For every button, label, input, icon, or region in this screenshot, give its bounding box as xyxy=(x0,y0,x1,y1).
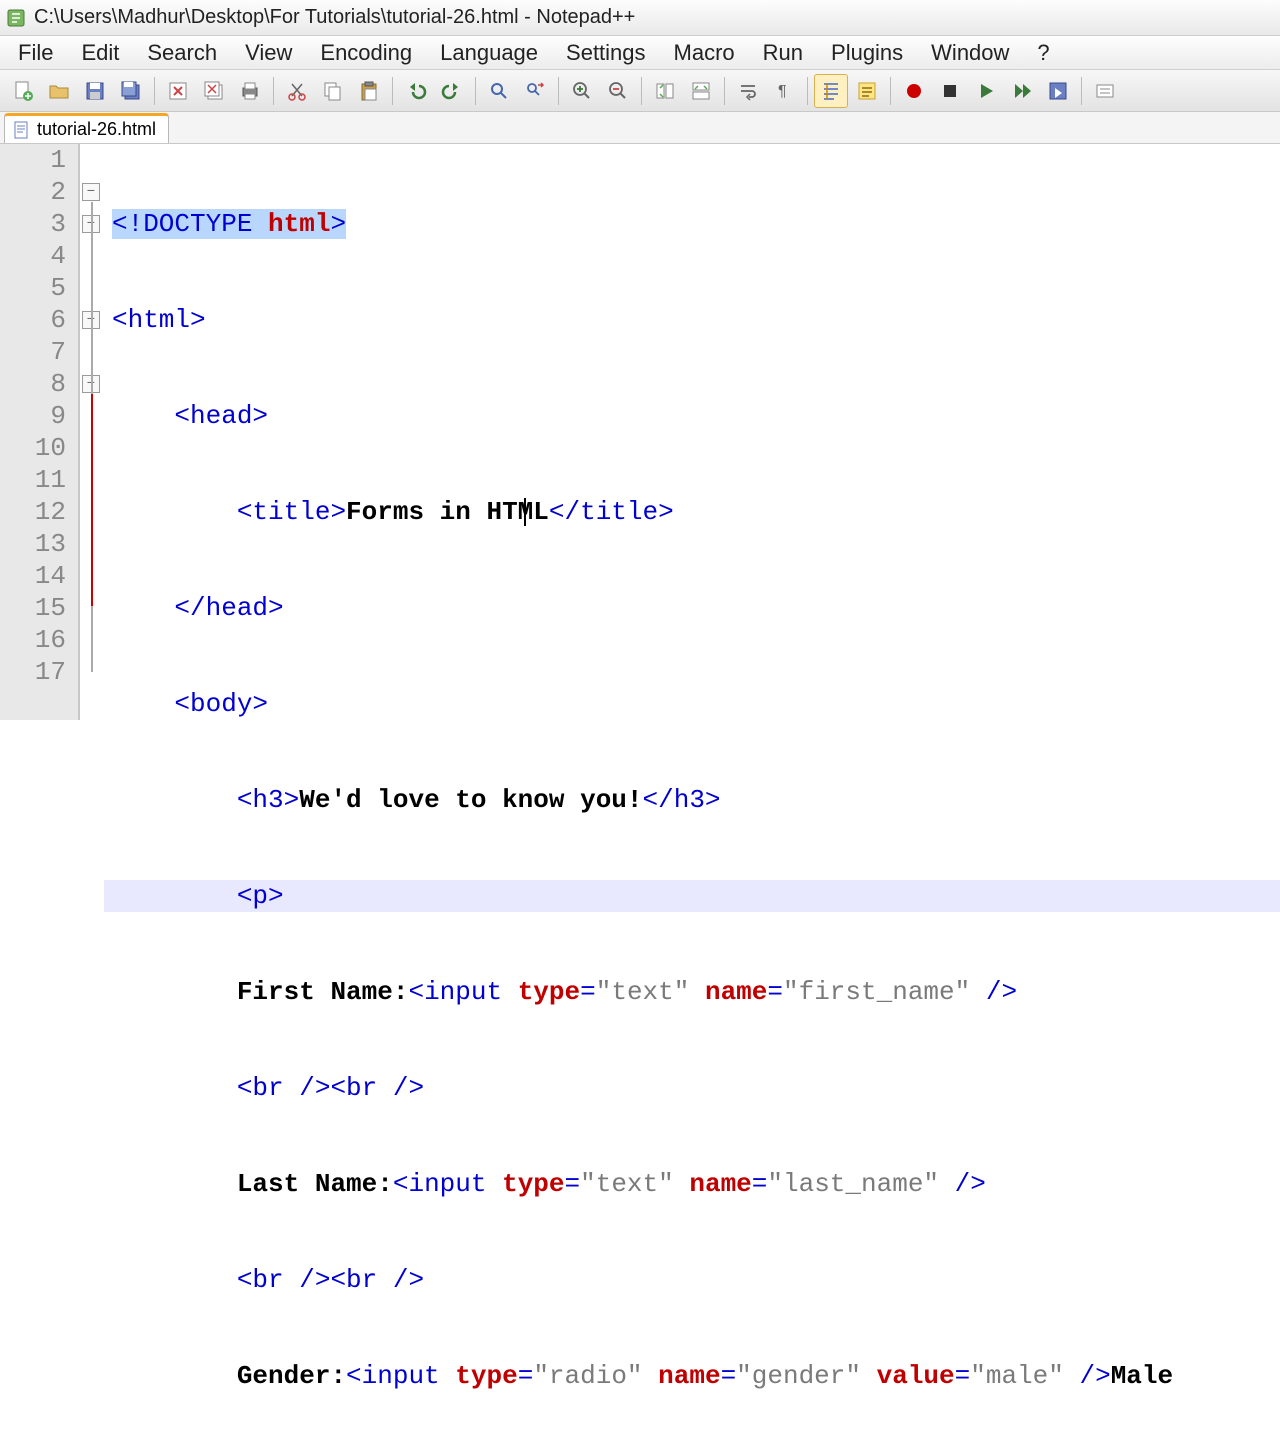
file-icon xyxy=(13,121,31,139)
menu-edit[interactable]: Edit xyxy=(67,34,133,72)
text-cursor xyxy=(524,498,526,526)
code-line: <br /><br /> xyxy=(104,1264,1280,1296)
code-line: <!DOCTYPE html> xyxy=(104,208,1280,240)
indent-guide-button[interactable] xyxy=(814,74,848,108)
app-icon xyxy=(6,8,26,28)
window-title: C:\Users\Madhur\Desktop\For Tutorials\tu… xyxy=(34,6,635,29)
close-button[interactable] xyxy=(161,74,195,108)
toolbar-separator xyxy=(890,77,891,105)
line-number: 6 xyxy=(0,304,66,336)
menu-search[interactable]: Search xyxy=(133,34,231,72)
user-lang-button[interactable] xyxy=(850,74,884,108)
code-line: <title>Forms in HTML</title> xyxy=(104,496,1280,528)
toolbar-separator xyxy=(154,77,155,105)
code-area[interactable]: <!DOCTYPE html> <html> <head> <title>For… xyxy=(104,144,1280,720)
fold-toggle-icon[interactable]: − xyxy=(82,183,100,201)
paste-button[interactable] xyxy=(352,74,386,108)
toolbar-separator xyxy=(807,77,808,105)
line-gutter: 1234567891011121314151617 xyxy=(0,144,80,720)
tab-tutorial-26[interactable]: tutorial-26.html xyxy=(4,113,169,143)
editor[interactable]: 1234567891011121314151617 − − − − <!DOCT… xyxy=(0,144,1280,720)
redo-button[interactable] xyxy=(435,74,469,108)
cut-button[interactable] xyxy=(280,74,314,108)
line-number: 1 xyxy=(0,144,66,176)
line-number: 8 xyxy=(0,368,66,400)
sync-v-button[interactable] xyxy=(648,74,682,108)
code-line: <h3>We'd love to know you!</h3> xyxy=(104,784,1280,816)
menu-run[interactable]: Run xyxy=(749,34,817,72)
stop-macro-button[interactable] xyxy=(933,74,967,108)
line-number: 5 xyxy=(0,272,66,304)
tab-label: tutorial-26.html xyxy=(37,119,156,140)
menu-view[interactable]: View xyxy=(231,34,306,72)
line-number: 4 xyxy=(0,240,66,272)
show-all-chars-button[interactable]: ¶ xyxy=(767,74,801,108)
line-number: 17 xyxy=(0,656,66,688)
code-line: Gender:<input type="radio" name="gender"… xyxy=(104,1360,1280,1392)
copy-button[interactable] xyxy=(316,74,350,108)
menu-settings[interactable]: Settings xyxy=(552,34,660,72)
find-button[interactable] xyxy=(482,74,516,108)
code-line: <p> xyxy=(104,880,1280,912)
sync-h-button[interactable] xyxy=(684,74,718,108)
replace-button[interactable] xyxy=(518,74,552,108)
zoom-in-button[interactable] xyxy=(565,74,599,108)
fold-line xyxy=(91,394,93,606)
play-multi-button[interactable] xyxy=(1005,74,1039,108)
close-all-button[interactable] xyxy=(197,74,231,108)
zoom-out-button[interactable] xyxy=(601,74,635,108)
menu-window[interactable]: Window xyxy=(917,34,1023,72)
code-line: First Name:<input type="text" name="firs… xyxy=(104,976,1280,1008)
titlebar: C:\Users\Madhur\Desktop\For Tutorials\tu… xyxy=(0,0,1280,36)
tabbar: tutorial-26.html xyxy=(0,112,1280,144)
menu-plugins[interactable]: Plugins xyxy=(817,34,917,72)
fold-column: − − − − xyxy=(80,144,104,720)
toolbar: ¶ xyxy=(0,70,1280,112)
code-line: </head> xyxy=(104,592,1280,624)
code-line: <html> xyxy=(104,304,1280,336)
line-number: 10 xyxy=(0,432,66,464)
code-line: <body> xyxy=(104,688,1280,720)
code-line: Last Name:<input type="text" name="last_… xyxy=(104,1168,1280,1200)
line-number: 11 xyxy=(0,464,66,496)
new-file-button[interactable] xyxy=(6,74,40,108)
line-number: 13 xyxy=(0,528,66,560)
line-number: 2 xyxy=(0,176,66,208)
toolbar-separator xyxy=(1081,77,1082,105)
menu-macro[interactable]: Macro xyxy=(660,34,749,72)
svg-text:¶: ¶ xyxy=(778,83,787,100)
save-all-button[interactable] xyxy=(114,74,148,108)
line-number: 9 xyxy=(0,400,66,432)
print-button[interactable] xyxy=(233,74,267,108)
line-number: 14 xyxy=(0,560,66,592)
toolbar-extra-button[interactable] xyxy=(1088,74,1122,108)
toolbar-separator xyxy=(641,77,642,105)
toolbar-separator xyxy=(475,77,476,105)
menu-language[interactable]: Language xyxy=(426,34,552,72)
toolbar-separator xyxy=(724,77,725,105)
record-macro-button[interactable] xyxy=(897,74,931,108)
undo-button[interactable] xyxy=(399,74,433,108)
toolbar-separator xyxy=(273,77,274,105)
word-wrap-button[interactable] xyxy=(731,74,765,108)
toolbar-separator xyxy=(558,77,559,105)
menu-help[interactable]: ? xyxy=(1023,34,1063,72)
save-macro-button[interactable] xyxy=(1041,74,1075,108)
code-line: <head> xyxy=(104,400,1280,432)
line-number: 12 xyxy=(0,496,66,528)
line-number: 7 xyxy=(0,336,66,368)
menu-encoding[interactable]: Encoding xyxy=(306,34,426,72)
open-file-button[interactable] xyxy=(42,74,76,108)
menubar: File Edit Search View Encoding Language … xyxy=(0,36,1280,70)
menu-file[interactable]: File xyxy=(4,34,67,72)
code-line: <br /><br /> xyxy=(104,1072,1280,1104)
save-button[interactable] xyxy=(78,74,112,108)
line-number: 15 xyxy=(0,592,66,624)
toolbar-separator xyxy=(392,77,393,105)
line-number: 3 xyxy=(0,208,66,240)
line-number: 16 xyxy=(0,624,66,656)
play-macro-button[interactable] xyxy=(969,74,1003,108)
